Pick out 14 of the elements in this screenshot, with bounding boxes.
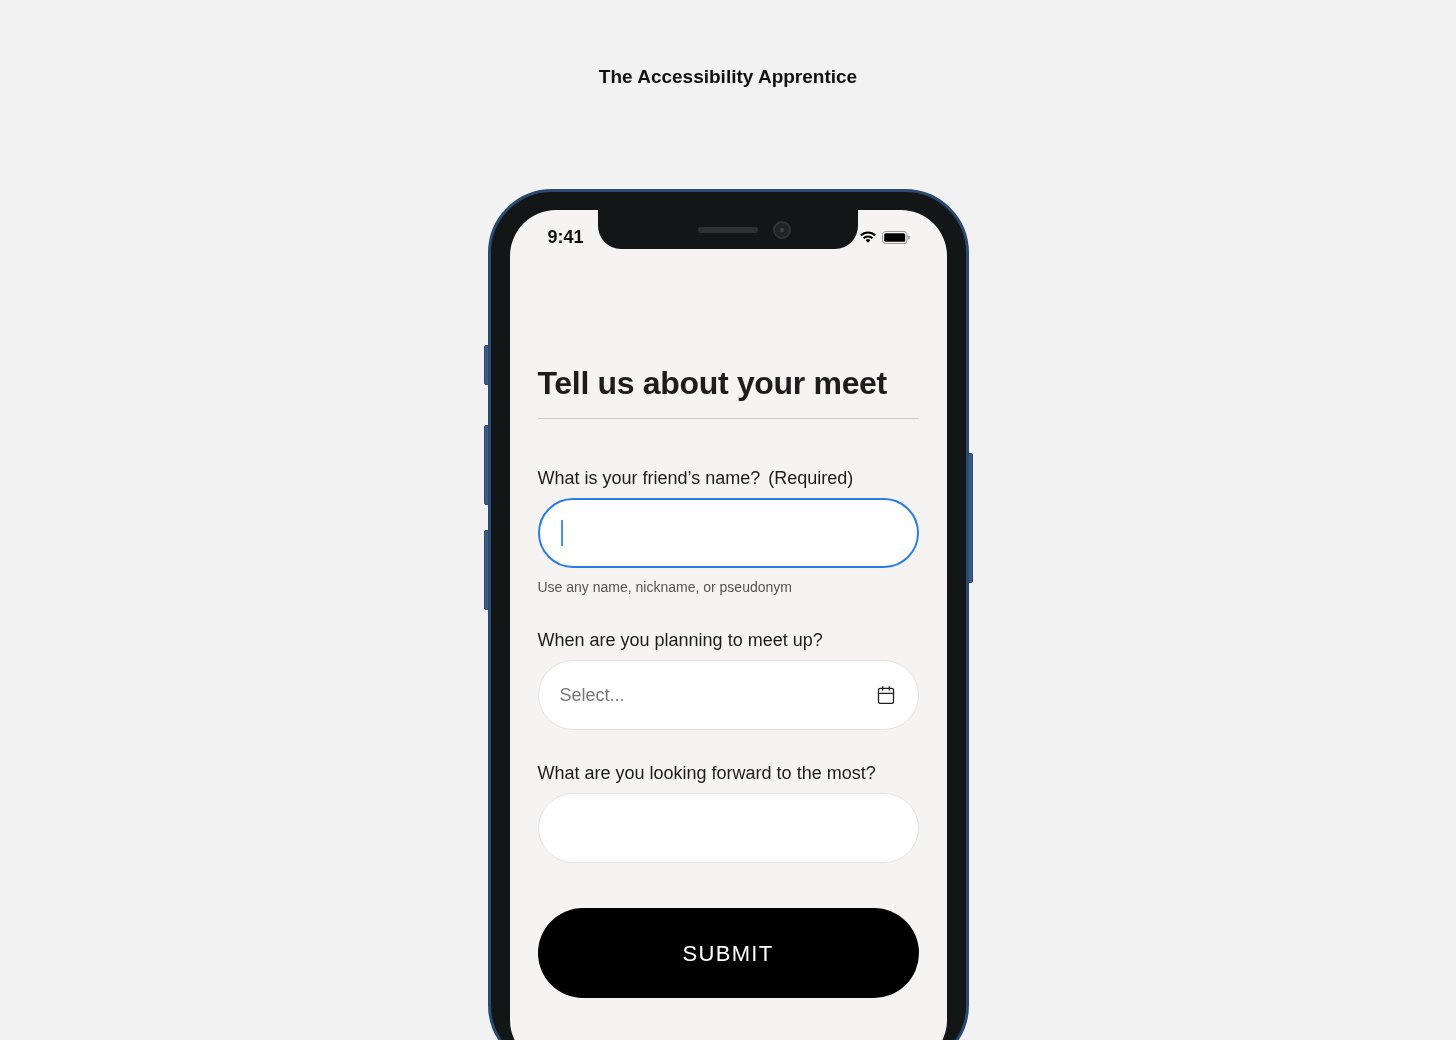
status-time: 9:41 [547, 226, 584, 248]
page-title: The Accessibility Apprentice [598, 65, 858, 89]
battery-icon [881, 230, 910, 244]
form-heading: Tell us about your meet [537, 364, 888, 403]
field-label: What are you looking forward to the most? [537, 762, 876, 785]
wifi-icon [858, 231, 877, 243]
field-label: What is your friend’s name? [537, 467, 761, 490]
date-picker-field[interactable]: Select... [537, 660, 919, 730]
field-hint: Use any name, nickname, or pseudonym [537, 578, 793, 597]
text-cursor [560, 520, 563, 546]
submit-button[interactable]: SUBMIT [537, 908, 919, 998]
required-label: (Required) [768, 467, 854, 490]
calendar-icon [875, 685, 896, 705]
field-label: When are you planning to meet up? [537, 629, 823, 652]
